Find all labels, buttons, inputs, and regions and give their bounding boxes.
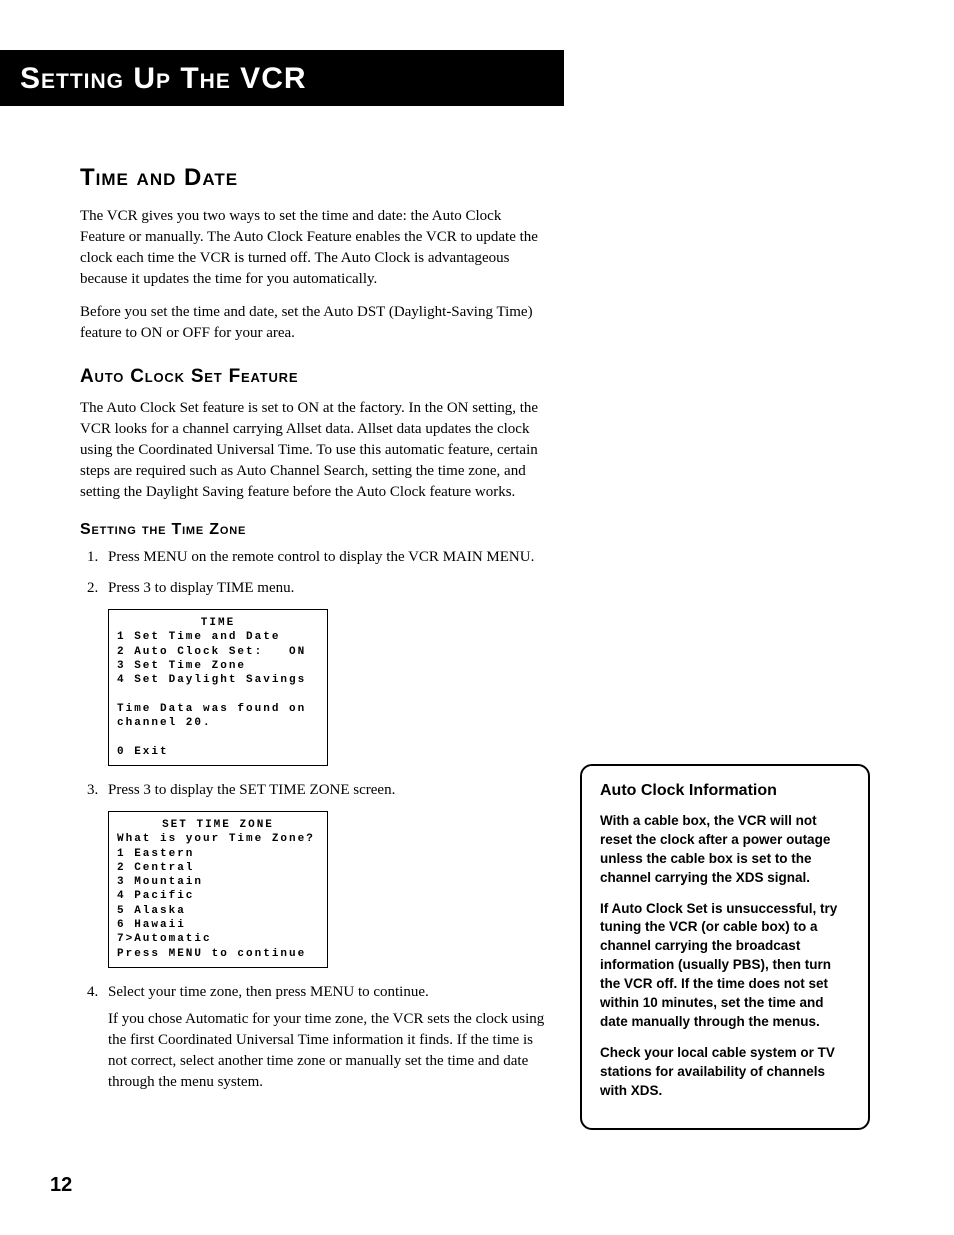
auto-clock-info-box: Auto Clock Information With a cable box,… bbox=[580, 764, 870, 1130]
time-zone-steps: Press MENU on the remote control to disp… bbox=[80, 547, 550, 1093]
intro-paragraph-2: Before you set the time and date, set th… bbox=[80, 302, 550, 344]
time-menu-line-7: 0 Exit bbox=[117, 746, 169, 758]
zone-menu-footer: Press MENU to continue bbox=[117, 948, 306, 960]
step-3-text: Press 3 to display the SET TIME ZONE scr… bbox=[108, 782, 395, 798]
subsection-heading-time-zone: Setting the Time Zone bbox=[80, 521, 550, 539]
zone-option-3: 3 Mountain bbox=[117, 876, 203, 888]
time-menu-line-4: 4 Set Daylight Savings bbox=[117, 674, 306, 686]
zone-option-7: 7>Automatic bbox=[117, 933, 212, 945]
sidebar-heading: Auto Clock Information bbox=[600, 782, 850, 800]
step-2: Press 3 to display TIME menu. TIME1 Set … bbox=[102, 578, 550, 766]
time-menu-screen: TIME1 Set Time and Date 2 Auto Clock Set… bbox=[108, 609, 328, 766]
section-heading-time-date: Time and Date bbox=[80, 164, 550, 192]
time-menu-line-2: 2 Auto Clock Set: ON bbox=[117, 646, 306, 658]
time-menu-line-3: 3 Set Time Zone bbox=[117, 660, 246, 672]
time-menu-line-6: channel 20. bbox=[117, 717, 212, 729]
step-4: Select your time zone, then press MENU t… bbox=[102, 982, 550, 1093]
page-number: 12 bbox=[50, 1174, 72, 1197]
chapter-title: Setting Up the VCR bbox=[20, 62, 544, 96]
zone-option-2: 2 Central bbox=[117, 862, 194, 874]
subsection-heading-auto-clock: Auto Clock Set Feature bbox=[80, 366, 550, 388]
time-menu-line-5: Time Data was found on bbox=[117, 703, 306, 715]
zone-menu-screen: SET TIME ZONEWhat is your Time Zone? 1 E… bbox=[108, 811, 328, 968]
step-3: Press 3 to display the SET TIME ZONE scr… bbox=[102, 780, 550, 968]
step-4-text: Select your time zone, then press MENU t… bbox=[108, 984, 429, 1000]
zone-menu-title: SET TIME ZONE bbox=[117, 818, 319, 832]
intro-paragraph-1: The VCR gives you two ways to set the ti… bbox=[80, 206, 550, 290]
step-2-text: Press 3 to display TIME menu. bbox=[108, 580, 294, 596]
time-menu-line-1: 1 Set Time and Date bbox=[117, 631, 280, 643]
chapter-header: Setting Up the VCR bbox=[0, 50, 564, 106]
sidebar-p3: Check your local cable system or TV stat… bbox=[600, 1044, 850, 1101]
step-4-sub: If you chose Automatic for your time zon… bbox=[108, 1009, 550, 1093]
sidebar-p1: With a cable box, the VCR will not reset… bbox=[600, 812, 850, 888]
zone-menu-question: What is your Time Zone? bbox=[117, 833, 315, 845]
step-1: Press MENU on the remote control to disp… bbox=[102, 547, 550, 568]
zone-option-1: 1 Eastern bbox=[117, 848, 194, 860]
time-menu-title: TIME bbox=[117, 616, 319, 630]
zone-option-4: 4 Pacific bbox=[117, 890, 194, 902]
zone-option-5: 5 Alaska bbox=[117, 905, 186, 917]
sidebar-column: Auto Clock Information With a cable box,… bbox=[580, 164, 870, 1130]
main-column: Time and Date The VCR gives you two ways… bbox=[50, 164, 550, 1130]
auto-clock-body: The Auto Clock Set feature is set to ON … bbox=[80, 398, 550, 503]
sidebar-p2: If Auto Clock Set is unsuccessful, try t… bbox=[600, 900, 850, 1032]
zone-option-6: 6 Hawaii bbox=[117, 919, 186, 931]
